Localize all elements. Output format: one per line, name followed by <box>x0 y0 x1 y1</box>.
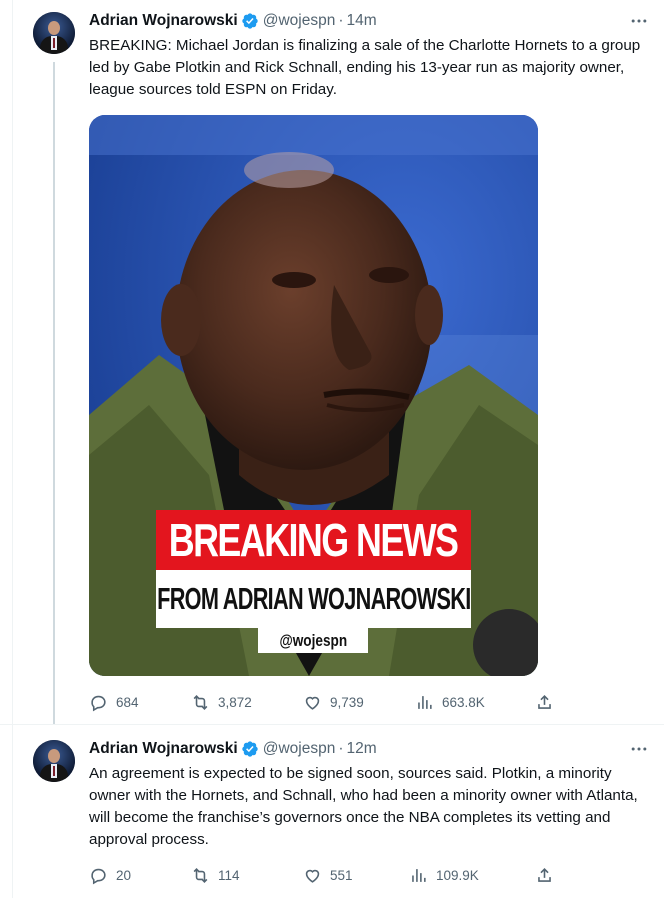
reply-button[interactable]: 684 <box>89 690 139 714</box>
share-button[interactable] <box>535 863 562 887</box>
retweet-icon <box>193 694 208 710</box>
more-options-button[interactable] <box>626 10 652 32</box>
reply-icon <box>91 868 106 884</box>
like-count: 9,739 <box>330 694 364 710</box>
views-count: 109.9K <box>436 867 479 883</box>
tweet-header: Adrian Wojnarowski @wojespn · 12m <box>89 738 377 760</box>
views-button[interactable]: 109.9K <box>409 863 479 887</box>
avatar[interactable] <box>33 12 75 54</box>
share-icon <box>538 867 551 882</box>
author-handle[interactable]: @wojespn <box>263 12 336 30</box>
tweet-actions: 684 3,872 9,739 663.8K <box>89 690 569 714</box>
reply-icon <box>91 695 106 711</box>
tweet[interactable]: Adrian Wojnarowski @wojespn · 12m An agr… <box>0 724 664 898</box>
tweet-text: An agreement is expected to be signed so… <box>89 765 638 848</box>
author-name[interactable]: Adrian Wojnarowski <box>89 12 238 30</box>
views-icon <box>412 868 426 882</box>
more-icon <box>631 19 647 23</box>
author-handle[interactable]: @wojespn <box>263 740 336 758</box>
breaking-news-banner: BREAKING NEWS <box>156 510 471 570</box>
banner-handle-tag: @wojespn <box>258 628 368 653</box>
banner-headline: BREAKING NEWS <box>169 514 459 566</box>
more-options-button[interactable] <box>626 738 652 760</box>
author-name[interactable]: Adrian Wojnarowski <box>89 740 238 758</box>
retweet-button[interactable]: 3,872 <box>191 690 252 714</box>
verified-badge-icon <box>242 13 258 29</box>
tweet-media-image[interactable]: BREAKING NEWS FROM ADRIAN WOJNAROWSKI @w… <box>89 115 538 676</box>
reply-count: 20 <box>116 867 132 883</box>
like-button[interactable]: 9,739 <box>303 690 364 714</box>
separator-dot: · <box>338 12 344 29</box>
banner-subheadline: FROM ADRIAN WOJNAROWSKI <box>156 581 471 616</box>
retweet-count: 3,872 <box>218 694 252 710</box>
like-icon <box>305 869 320 883</box>
timestamp[interactable]: 14m <box>347 12 377 30</box>
breaking-news-subbanner: FROM ADRIAN WOJNAROWSKI <box>156 570 471 628</box>
banner-handle-text: @wojespn <box>279 630 347 650</box>
thread-connector-line <box>53 62 55 724</box>
separator-dot: · <box>338 740 344 757</box>
like-count: 551 <box>330 867 353 883</box>
share-button[interactable] <box>535 690 562 714</box>
tweet-actions: 20 114 551 109.9K <box>89 863 569 887</box>
tweet-text: BREAKING: Michael Jordan is finalizing a… <box>89 37 641 98</box>
verified-badge-icon <box>242 741 258 757</box>
retweet-count: 114 <box>218 867 240 883</box>
reply-count: 684 <box>116 694 139 710</box>
tweet[interactable]: Adrian Wojnarowski @wojespn · 14m BREAKI… <box>0 0 664 725</box>
like-icon <box>305 696 320 710</box>
share-icon <box>538 694 551 709</box>
timestamp[interactable]: 12m <box>347 740 377 758</box>
reply-button[interactable]: 20 <box>89 863 131 887</box>
tweet-header: Adrian Wojnarowski @wojespn · 14m <box>89 10 377 32</box>
retweet-button[interactable]: 114 <box>191 863 240 887</box>
views-count: 663.8K <box>442 694 485 710</box>
like-button[interactable]: 551 <box>303 863 353 887</box>
views-icon <box>418 695 432 709</box>
retweet-icon <box>193 867 208 883</box>
more-icon <box>631 747 647 751</box>
avatar[interactable] <box>33 740 75 782</box>
views-button[interactable]: 663.8K <box>415 690 485 714</box>
